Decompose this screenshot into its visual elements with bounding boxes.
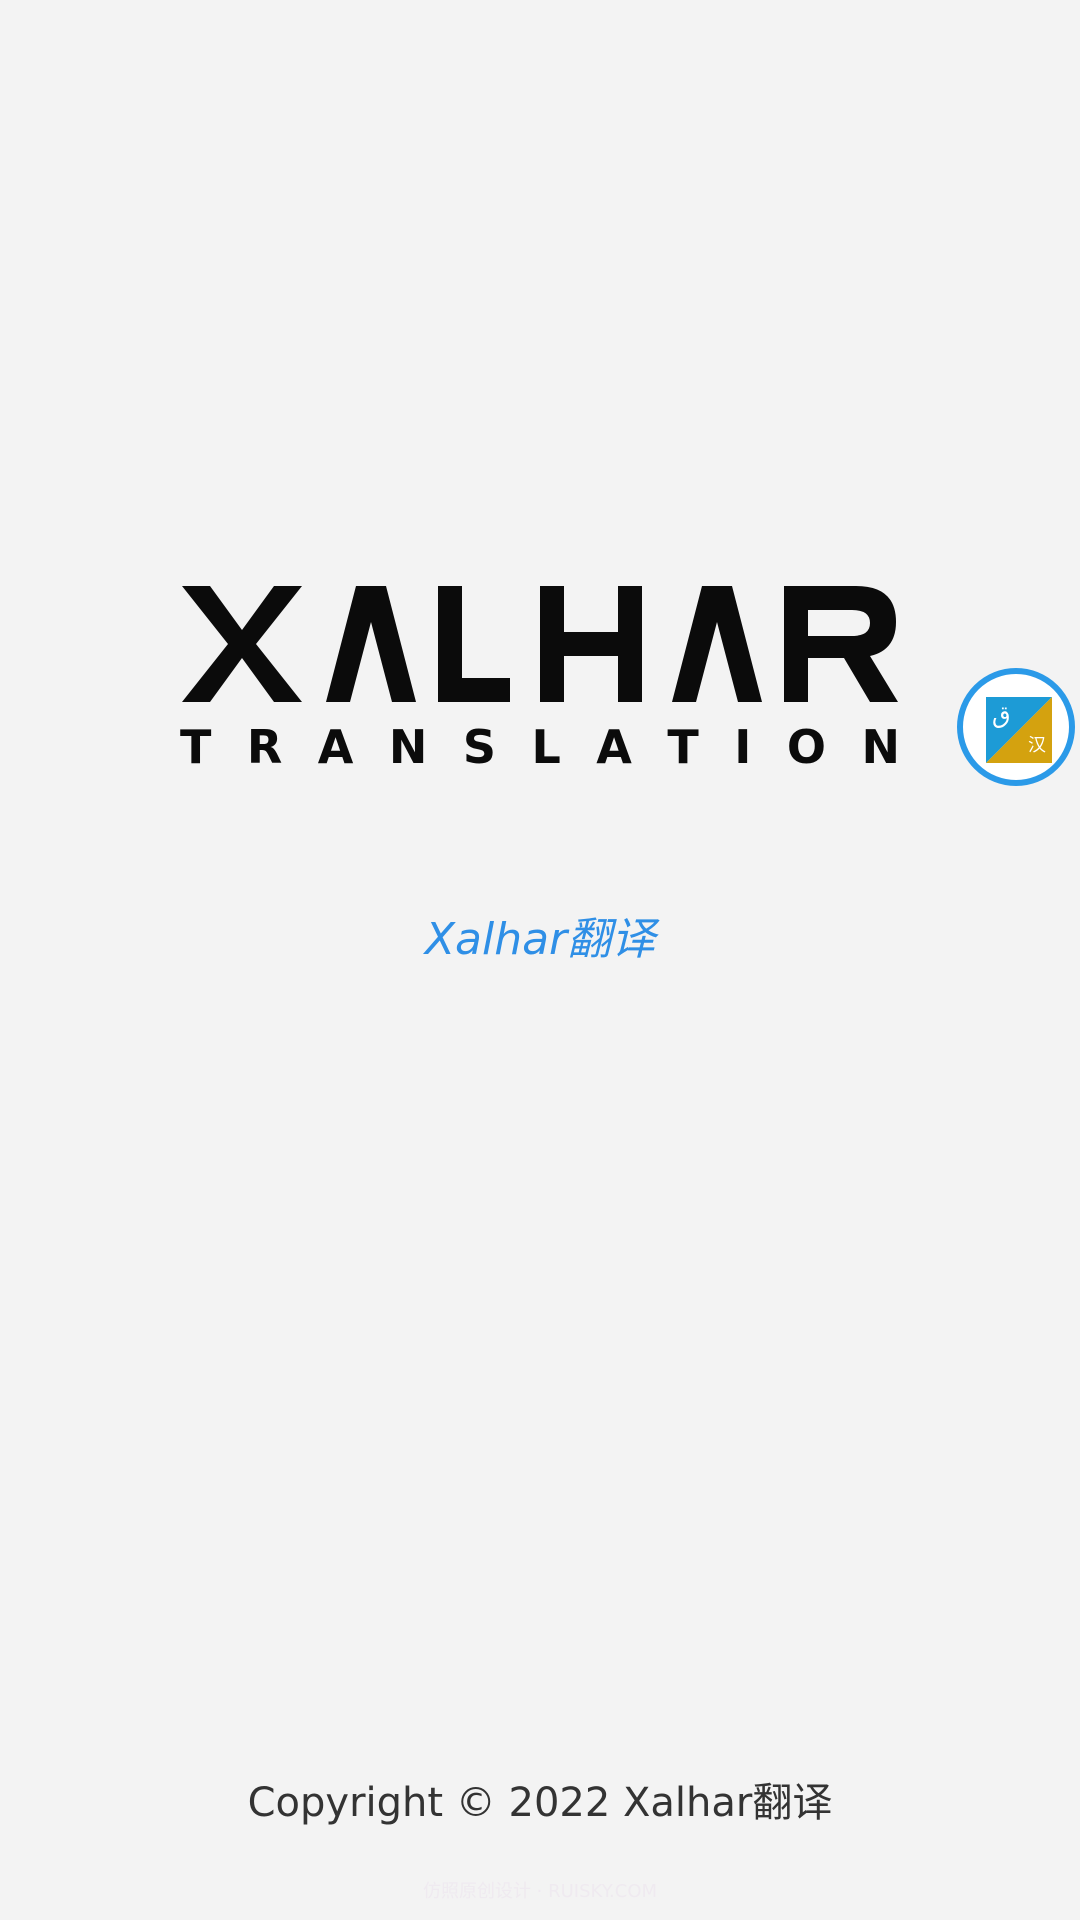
logo-subtitle-letter: S xyxy=(462,720,496,774)
logo-subtitle-letter: T xyxy=(667,720,699,774)
copyright-text: Copyright © 2022 Xalhar翻译 xyxy=(247,1780,833,1826)
uyghur-glyph: ق xyxy=(992,701,1011,729)
floating-translate-button[interactable]: ق 汉 xyxy=(957,668,1075,786)
xalhar-wordmark xyxy=(182,586,898,702)
chinese-glyph: 汉 xyxy=(1028,735,1046,756)
logo-subtitle-letter: L xyxy=(531,720,561,774)
logo-subtitle-letter: I xyxy=(734,720,752,774)
logo-subtitle-letter: T xyxy=(180,720,212,774)
logo-subtitle-letter: A xyxy=(317,720,354,774)
language-translate-icon: ق 汉 xyxy=(986,697,1052,763)
logo-subtitle-letter: R xyxy=(246,720,283,774)
logo-subtitle-letter: A xyxy=(596,720,632,774)
watermark-text: 仿照原创设计 · RUISKY.COM xyxy=(422,1881,658,1902)
app-name-label: Xalhar翻译 xyxy=(424,914,656,965)
logo-subtitle: T R A N S L A T I O N xyxy=(180,724,900,770)
logo-subtitle-letter: N xyxy=(388,720,428,774)
logo-subtitle-letter: N xyxy=(861,720,900,774)
xalhar-translation-logo: T R A N S L A T I O N xyxy=(180,584,900,770)
logo-subtitle-letter: O xyxy=(786,720,826,774)
